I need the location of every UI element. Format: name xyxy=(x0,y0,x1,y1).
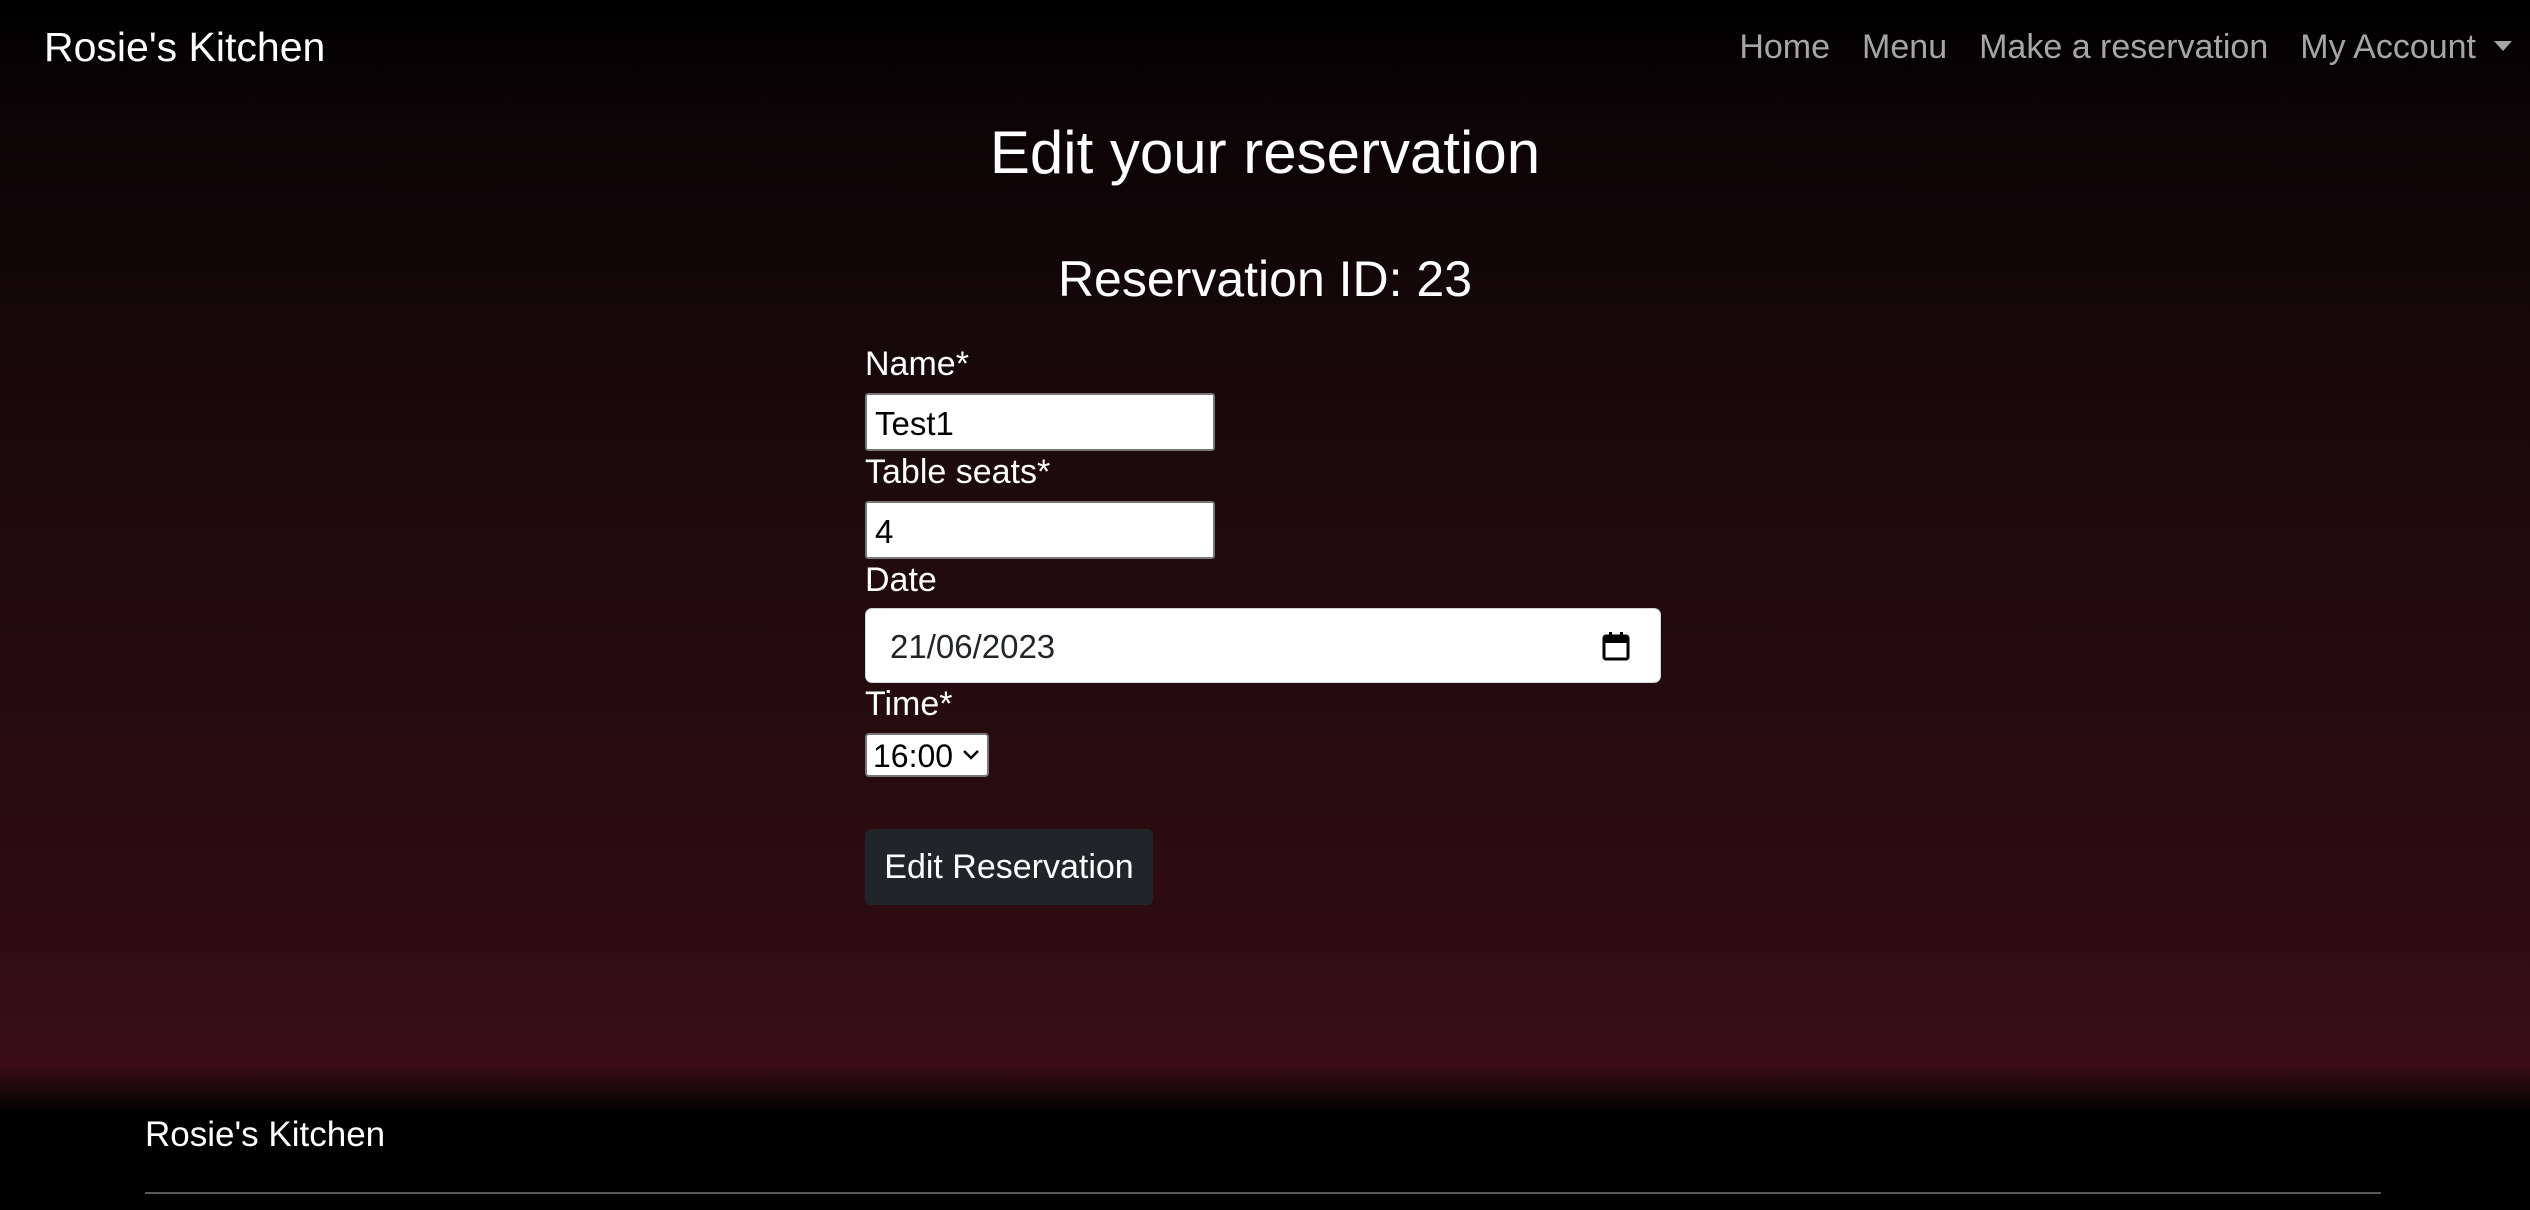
nav-my-account-dropdown[interactable]: My Account xyxy=(2300,28,2512,67)
name-input[interactable]: Test1 xyxy=(865,393,1215,451)
time-value: 16:00 xyxy=(873,738,954,774)
nav-my-account-label: My Account xyxy=(2300,28,2476,66)
navbar: Rosie's Kitchen Home Menu Make a reserva… xyxy=(0,0,2530,100)
nav-home[interactable]: Home xyxy=(1739,28,1830,67)
footer: Rosie's Kitchen xyxy=(0,1100,2530,1210)
footer-divider xyxy=(145,1192,2381,1194)
time-label: Time* xyxy=(865,685,953,723)
footer-brand: Rosie's Kitchen xyxy=(145,1115,386,1154)
date-input[interactable]: 21/06/2023 xyxy=(865,608,1661,683)
caret-down-icon xyxy=(2494,41,2512,52)
edit-reservation-button[interactable]: Edit Reservation xyxy=(865,829,1153,905)
calendar-icon[interactable] xyxy=(1602,631,1630,661)
table-seats-input[interactable]: 4 xyxy=(865,501,1215,559)
reservation-id-heading: Reservation ID: 23 xyxy=(1057,251,1473,307)
page-title: Edit your reservation xyxy=(989,119,1541,186)
table-seats-label: Table seats* xyxy=(865,453,1051,491)
date-label: Date xyxy=(865,561,937,599)
brand-logo[interactable]: Rosie's Kitchen xyxy=(44,24,325,71)
nav-make-reservation[interactable]: Make a reservation xyxy=(1979,28,2268,67)
date-value: 21/06/2023 xyxy=(890,628,1056,665)
time-select[interactable]: 16:00 xyxy=(865,733,989,777)
nav-links: Home Menu Make a reservation My Account xyxy=(1739,28,2512,67)
chevron-down-icon xyxy=(963,750,979,760)
nav-menu[interactable]: Menu xyxy=(1862,28,1947,67)
name-label: Name* xyxy=(865,345,969,383)
